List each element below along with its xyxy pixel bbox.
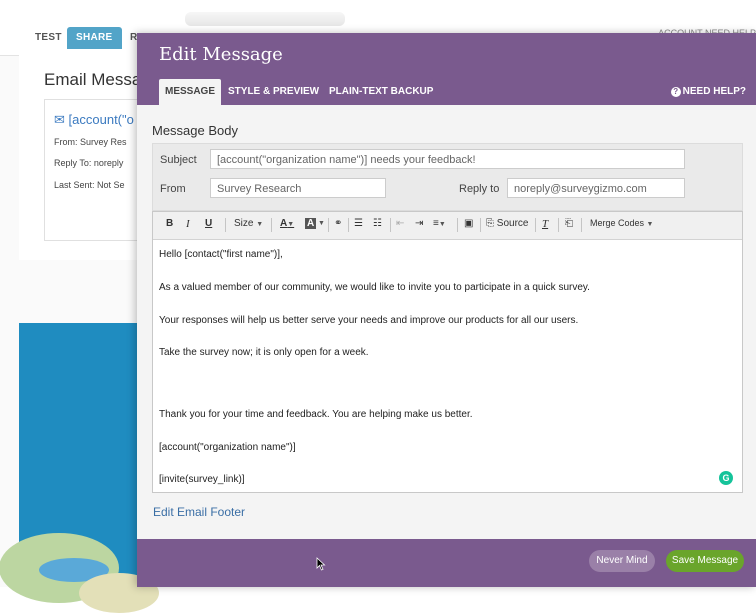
toolbar-divider bbox=[271, 218, 272, 232]
bulleted-list-icon[interactable]: ☷ bbox=[373, 218, 382, 229]
from-input[interactable]: Survey Research bbox=[210, 178, 386, 198]
toolbar-divider bbox=[480, 218, 481, 232]
background-blurred-bar bbox=[185, 12, 345, 26]
background-color-icon[interactable]: A bbox=[305, 218, 317, 229]
body-line-thanks: Thank you for your time and feedback. Yo… bbox=[159, 409, 473, 420]
outdent-icon[interactable]: ⇤ bbox=[396, 218, 404, 229]
chevron-down-icon: ▼ bbox=[256, 221, 264, 228]
chevron-down-icon: ▼ bbox=[646, 221, 654, 228]
italic-button[interactable]: I bbox=[186, 218, 190, 230]
source-label: Source bbox=[496, 218, 529, 229]
align-icon[interactable]: ≡▼ bbox=[433, 218, 446, 229]
link-icon[interactable]: ⚭ bbox=[334, 218, 342, 229]
mouse-cursor-icon bbox=[316, 557, 326, 571]
background-last-sent-line: Last Sent: Not Se bbox=[54, 180, 125, 190]
toolbar-divider bbox=[390, 218, 391, 232]
remove-format-icon[interactable]: T bbox=[542, 218, 548, 230]
toolbar-divider bbox=[558, 218, 559, 232]
background-email-link-text: [account("o bbox=[68, 112, 134, 127]
bold-button[interactable]: B bbox=[166, 218, 173, 229]
paste-icon[interactable]: ⎗ bbox=[565, 218, 573, 229]
editor-toolbar: B I U Size ▼ A▼ A ▼ ⚭ ☰ ☷ ⇤ ⇥ ≡▼ ▣ ⎘ Sour… bbox=[153, 212, 742, 240]
need-help-link[interactable]: ? NEED HELP? bbox=[670, 79, 746, 105]
subject-input[interactable]: [account("organization name")] needs you… bbox=[210, 149, 685, 169]
modal-title: Edit Message bbox=[159, 44, 283, 65]
reply-to-label: Reply to bbox=[459, 183, 500, 195]
edit-email-footer-link[interactable]: Edit Email Footer bbox=[153, 505, 245, 519]
tab-style-preview[interactable]: STYLE & PREVIEW bbox=[228, 79, 319, 105]
modal-header: Edit Message MESSAGE STYLE & PREVIEW PLA… bbox=[137, 33, 756, 105]
chevron-down-icon[interactable]: ▼ bbox=[318, 220, 325, 227]
body-line-greeting: Hello [contact("first name")], bbox=[159, 249, 283, 260]
underline-button[interactable]: U bbox=[205, 218, 212, 229]
background-email-link[interactable]: ✉ [account("o bbox=[54, 112, 134, 128]
background-reply-line: Reply To: noreply bbox=[54, 158, 124, 168]
toolbar-divider bbox=[328, 218, 329, 232]
from-label: From bbox=[160, 183, 186, 195]
body-line-invite-link: [invite(survey_link)] bbox=[159, 474, 245, 485]
message-fields: Subject [account("organization name")] n… bbox=[152, 143, 743, 211]
source-icon: ⎘ bbox=[486, 218, 494, 229]
tab-message[interactable]: MESSAGE bbox=[159, 79, 222, 105]
body-line-org-name: [account("organization name")] bbox=[159, 442, 296, 453]
body-line-invite: As a valued member of our community, we … bbox=[159, 282, 590, 293]
grammarly-icon[interactable]: G bbox=[719, 471, 733, 485]
toolbar-divider bbox=[348, 218, 349, 232]
modal-footer: Never Mind Save Message bbox=[137, 539, 756, 587]
save-message-button[interactable]: Save Message bbox=[666, 550, 744, 572]
toolbar-divider bbox=[225, 218, 226, 232]
toolbar-divider bbox=[457, 218, 458, 232]
section-title: Message Body bbox=[152, 123, 238, 138]
merge-codes-label: Merge Codes bbox=[590, 218, 645, 228]
never-mind-button[interactable]: Never Mind bbox=[589, 550, 655, 572]
need-help-label: NEED HELP? bbox=[682, 86, 746, 97]
body-line-responses: Your responses will help us better serve… bbox=[159, 315, 579, 326]
message-body-editor[interactable]: B I U Size ▼ A▼ A ▼ ⚭ ☰ ☷ ⇤ ⇥ ≡▼ ▣ ⎘ Sour… bbox=[152, 211, 743, 493]
body-line-survey-open: Take the survey now; it is only open for… bbox=[159, 347, 369, 358]
chevron-down-icon: ▼ bbox=[287, 221, 295, 228]
subject-label: Subject bbox=[160, 154, 197, 166]
text-color-button[interactable]: A▼ bbox=[280, 218, 294, 229]
edit-message-modal: Edit Message MESSAGE STYLE & PREVIEW PLA… bbox=[137, 33, 756, 587]
background-heading: Email Messa bbox=[44, 70, 142, 89]
background-map-image bbox=[0, 323, 159, 613]
source-button[interactable]: ⎘ Source bbox=[486, 218, 528, 229]
merge-codes-dropdown[interactable]: Merge Codes ▼ bbox=[590, 218, 653, 228]
tab-share[interactable]: SHARE bbox=[67, 27, 122, 49]
toolbar-divider bbox=[581, 218, 582, 232]
question-icon: ? bbox=[670, 87, 681, 97]
tab-test[interactable]: TEST bbox=[26, 27, 71, 49]
indent-icon[interactable]: ⇥ bbox=[415, 218, 423, 229]
size-dropdown[interactable]: Size ▼ bbox=[234, 218, 263, 229]
envelope-icon: ✉ bbox=[54, 112, 65, 127]
size-label: Size bbox=[234, 218, 254, 229]
background-from-line: From: Survey Res bbox=[54, 137, 127, 147]
toolbar-divider bbox=[535, 218, 536, 232]
reply-to-input[interactable]: noreply@surveygizmo.com bbox=[507, 178, 685, 198]
numbered-list-icon[interactable]: ☰ bbox=[354, 218, 363, 229]
tab-plain-text-backup[interactable]: PLAIN-TEXT BACKUP bbox=[329, 79, 433, 105]
image-icon[interactable]: ▣ bbox=[464, 218, 473, 229]
